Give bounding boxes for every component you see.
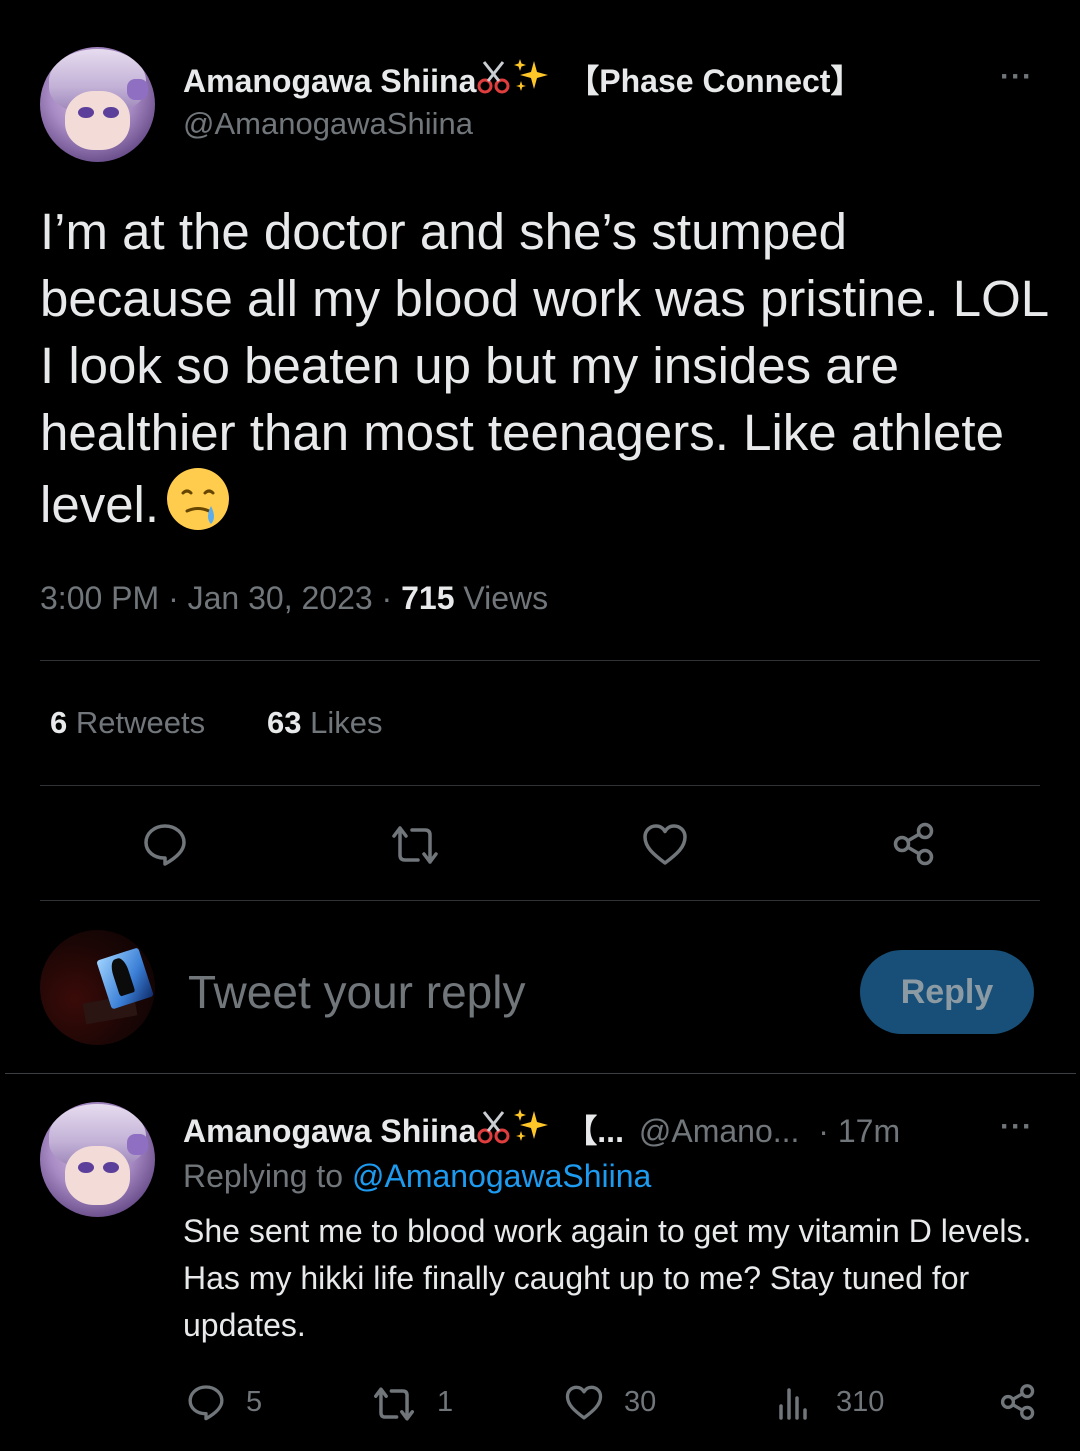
reply-views-count: 310 [836, 1386, 885, 1418]
tweet-date[interactable]: Jan 30, 2023 [188, 580, 373, 616]
reply-views-icon[interactable] [776, 1384, 812, 1422]
current-user-avatar[interactable] [40, 930, 155, 1045]
likes-stat[interactable]: 63 Likes [267, 705, 382, 741]
author-name-row[interactable]: Amanogawa Shiina 【Phase Connect】 [183, 56, 862, 103]
reply-share-icon[interactable] [998, 1382, 1038, 1422]
face-holding-back-tears-emoji-icon [165, 466, 231, 532]
reply-author-handle[interactable]: @Amano... [639, 1113, 800, 1149]
reply-icon[interactable] [141, 820, 189, 868]
views-label: Views [463, 580, 549, 616]
reply-tweet-text: She sent me to blood work again to get m… [183, 1213, 1032, 1343]
retweet-icon[interactable] [388, 822, 442, 868]
scissors-emoji-icon [476, 59, 512, 103]
retweets-stat[interactable]: 6 Retweets [50, 705, 205, 741]
tweet-time[interactable]: 3:00 PM [40, 580, 159, 616]
sparkles-emoji-icon [512, 57, 550, 103]
reply-reply-icon[interactable] [186, 1382, 226, 1422]
reply-author-affiliation: 【... [565, 1113, 624, 1149]
reply-author-row[interactable]: Amanogawa Shiina 【... @Amano... · 17m [183, 1106, 900, 1153]
retweets-count: 6 [50, 705, 68, 740]
retweets-label: Retweets [75, 705, 206, 740]
likes-label: Likes [310, 705, 383, 740]
scissors-emoji-icon [476, 1109, 512, 1153]
divider-bottom [40, 900, 1040, 901]
reply-reply-count: 5 [246, 1386, 263, 1418]
reply-more-options-icon[interactable]: ··· [1000, 1110, 1033, 1144]
reply-retweet-icon[interactable] [370, 1384, 418, 1424]
reply-input[interactable]: Tweet your reply [188, 965, 525, 1019]
author-display-name[interactable]: Amanogawa Shiina [183, 63, 476, 99]
reply-time-ago[interactable]: · 17m [818, 1113, 900, 1149]
replying-to-prefix: Replying to [183, 1158, 344, 1194]
reply-like-count: 30 [624, 1386, 657, 1418]
tweet-meta: 3:00 PM · Jan 30, 2023 · 715 Views [40, 580, 549, 616]
like-icon[interactable] [641, 822, 689, 868]
replying-to-line: Replying to @AmanogawaShiina [183, 1158, 651, 1195]
divider-middle [40, 785, 1040, 786]
replying-to-link[interactable]: @AmanogawaShiina [352, 1158, 651, 1194]
likes-count: 63 [267, 705, 302, 740]
author-avatar[interactable] [40, 47, 155, 162]
reply-author-avatar[interactable] [40, 1102, 155, 1217]
divider-top [40, 660, 1040, 661]
more-options-icon[interactable]: ··· [1000, 60, 1033, 94]
reply-retweet-count: 1 [437, 1386, 454, 1418]
reply-button[interactable]: Reply [860, 950, 1034, 1034]
composer-divider [5, 1073, 1076, 1074]
views-count: 715 [401, 580, 455, 616]
sparkles-emoji-icon [512, 1107, 550, 1153]
reply-like-icon[interactable] [564, 1384, 604, 1422]
reply-author-name[interactable]: Amanogawa Shiina [183, 1113, 476, 1149]
author-affiliation: 【Phase Connect】 [567, 63, 863, 99]
tweet-text-block: I’m at the doctor and she’s stumped beca… [40, 198, 1050, 538]
author-handle[interactable]: @AmanogawaShiina [183, 106, 473, 142]
share-icon[interactable] [890, 820, 938, 868]
